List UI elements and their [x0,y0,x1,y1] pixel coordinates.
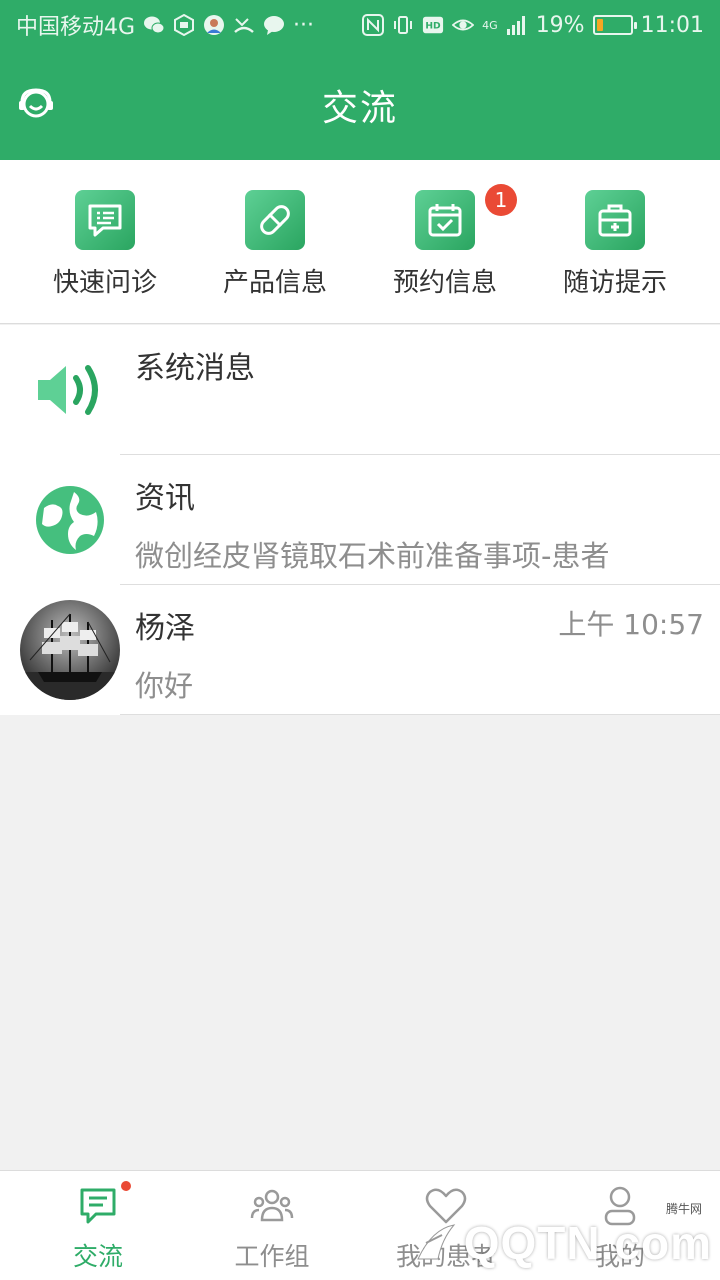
watermark-logo-icon [416,1224,456,1260]
list-item-system-messages[interactable]: 系统消息 [0,325,720,455]
carrier-label: 中国移动4G [16,15,136,40]
conversation-name: 系统消息 [135,351,255,386]
conversation-list: 系统消息 资讯 微创经皮肾镜取石术前准备事项-患者 杨泽 上午 10:57 你好 [0,325,720,715]
missed-call-icon [233,14,255,36]
app-notification-icon [173,14,195,36]
customer-service-icon[interactable] [16,84,56,124]
watermark-text: QQTN.com [463,1217,712,1269]
watermark: QQTN.com 腾牛网 [412,1202,712,1270]
avatar-wrapper [20,600,120,700]
speaker-icon [20,340,120,440]
quick-consult-label: 快速问诊 [52,268,157,298]
quick-consult-button[interactable]: 快速问诊 [20,190,190,299]
product-info-label: 产品信息 [222,268,327,298]
doctor-avatar-icon [203,14,225,36]
list-item-news[interactable]: 资讯 微创经皮肾镜取石术前准备事项-患者 [0,455,720,585]
tab-label: 交流 [72,1242,123,1271]
page-title: 交流 [321,88,398,129]
list-item-chat-yangze[interactable]: 杨泽 上午 10:57 你好 [0,585,720,715]
appointment-badge: 1 [485,184,517,216]
unread-dot [121,1181,131,1191]
pill-icon [245,190,305,250]
signal-icon [506,14,528,36]
hd-icon: HD [422,14,444,36]
appointment-info-button[interactable]: 1 预约信息 [360,184,530,299]
appointment-info-label: 预约信息 [392,268,497,298]
eye-comfort-icon [452,14,475,36]
status-bar: 中国移动4G ··· HD 4G 19% 11:01 [0,0,720,50]
conversation-name: 资讯 [135,481,195,516]
more-notifications: ··· [293,12,315,38]
wechat-icon [143,14,165,36]
battery-fill [596,19,603,31]
divider [120,714,720,715]
bottom-tab-bar: 交流 工作组 我的患者 我的 QQTN.com 腾牛网 [0,1170,720,1280]
conversation-name: 杨泽 [135,611,195,646]
globe-icon [20,470,120,570]
conversation-preview: 微创经皮肾镜取石术前准备事项-患者 [135,539,610,573]
product-info-button[interactable]: 产品信息 [190,190,360,299]
vibrate-icon [392,14,414,36]
followup-reminder-button[interactable]: 随访提示 [530,190,700,299]
message-bubble-icon [263,14,285,36]
clock: 11:01 [640,12,704,38]
calendar-check-icon: 1 [415,184,517,250]
watermark-small-text: 腾牛网 [665,1202,702,1216]
svg-text:HD: HD [426,21,442,32]
quick-actions: 快速问诊 产品信息 1 预约信息 随访提示 [0,160,720,324]
app-bar: 交流 [0,50,720,160]
network-type-label: 4G [482,18,498,32]
nfc-icon [362,14,385,36]
chat-consult-icon [75,190,135,250]
followup-reminder-label: 随访提示 [562,268,667,298]
tab-workgroup[interactable]: 工作组 [182,1171,362,1280]
tab-chat[interactable]: 交流 [8,1171,188,1280]
battery-icon [592,15,637,35]
chat-tab-icon [75,1181,131,1229]
battery-percent: 19% [535,12,585,38]
medical-kit-icon [585,190,645,250]
avatar [20,600,120,700]
group-icon [249,1183,295,1229]
tab-label: 工作组 [234,1242,310,1271]
conversation-time: 上午 10:57 [558,608,704,641]
conversation-preview: 你好 [135,669,194,703]
